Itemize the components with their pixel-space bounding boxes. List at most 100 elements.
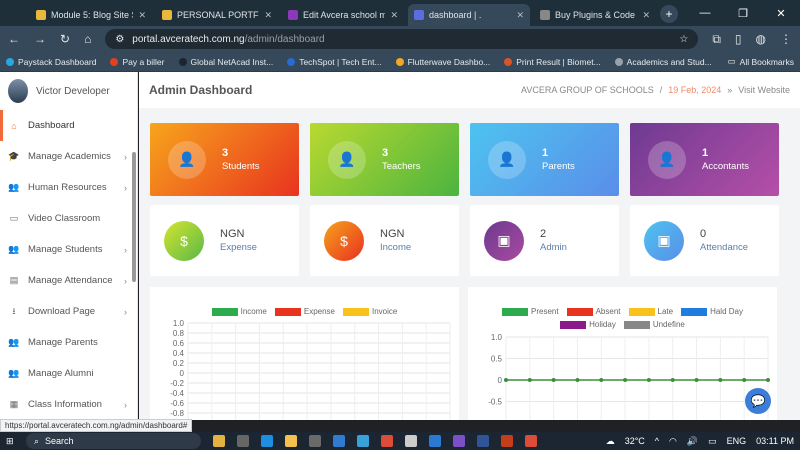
new-tab-button[interactable]: + (660, 5, 678, 23)
sidepanel-icon[interactable]: ▯ (735, 32, 742, 46)
y-tick-label: 0 (498, 376, 503, 385)
bookmark-item[interactable]: Print Result | Biomet... (504, 57, 601, 67)
browser-tab[interactable]: Buy Plugins & Code from ✕ (534, 4, 656, 26)
file-explorer-icon[interactable] (285, 435, 297, 447)
tab-favicon-icon (162, 10, 172, 20)
bookmark-item[interactable]: Flutterwave Dashbo... (395, 57, 490, 67)
close-icon[interactable]: ✕ (138, 10, 146, 21)
user-profile[interactable]: Victor Developer (0, 72, 137, 110)
browser-tab[interactable]: PERSONAL PORTFOLIO ✕ (156, 4, 278, 26)
stat-count: 3 (222, 147, 229, 159)
windows-start-icon[interactable]: ⊞ (6, 436, 14, 447)
stat-card-accountants[interactable]: 👤 1 Accontants (630, 123, 779, 196)
browser-tab[interactable]: Edit Avcera school mana ✕ (282, 4, 404, 26)
sidebar-item-label: Class Information (28, 399, 102, 410)
close-icon[interactable]: ✕ (642, 10, 650, 21)
reload-icon[interactable]: ↻ (60, 32, 70, 46)
url-path: /admin/dashboard (244, 33, 325, 45)
chat-icon[interactable]: 💬 (745, 388, 771, 414)
user-icon: 👤 (328, 140, 366, 179)
bookmark-item[interactable]: Global NetAcad Inst... (178, 56, 274, 67)
bookmark-label: Pay a biller (122, 56, 165, 67)
notepad-icon[interactable] (405, 435, 417, 447)
sidebar-item-dashboard[interactable]: ⌂ Dashboard (0, 110, 137, 141)
browser-tab[interactable]: dashboard | . ✕ (408, 4, 530, 26)
vscode-icon[interactable] (429, 435, 441, 447)
all-bookmarks-button[interactable]: ▭ All Bookmarks (728, 56, 794, 67)
sidebar-item-manage-parents[interactable]: 👥 Manage Parents (0, 327, 137, 358)
sidebar-item-download-page[interactable]: ⭳ Download Page › (0, 296, 137, 327)
minimize-icon[interactable]: — (686, 0, 724, 26)
dropbox-icon[interactable] (333, 435, 345, 447)
task-view-icon[interactable] (237, 435, 249, 447)
taskbar-apps (213, 435, 537, 447)
chrome-icon[interactable] (525, 435, 537, 447)
clock-time[interactable]: 03:11 PM (756, 436, 794, 446)
close-icon[interactable]: ✕ (264, 10, 272, 21)
info-card-attendance[interactable]: ▣ 0 Attendance (630, 205, 779, 276)
store-icon[interactable] (309, 435, 321, 447)
info-card-admin[interactable]: ▣ 2 Admin (470, 205, 619, 276)
tab-title: PERSONAL PORTFOLIO (177, 10, 259, 20)
volume-icon[interactable]: 🔊 (687, 436, 698, 447)
sidebar-item-manage-academics[interactable]: 🎓 Manage Academics › (0, 141, 137, 172)
bookmark-item[interactable]: Pay a biller (110, 56, 165, 67)
stat-card-parents[interactable]: 👤 1 Parents (470, 123, 619, 196)
word-icon[interactable] (477, 435, 489, 447)
site-info-icon[interactable]: ⚙ (115, 34, 124, 45)
mail-icon[interactable] (357, 435, 369, 447)
restore-icon[interactable]: ❐ (724, 0, 762, 26)
weather-icon[interactable]: ☁ (606, 436, 615, 447)
back-icon[interactable]: ← (8, 32, 20, 46)
info-value: NGN (380, 228, 405, 240)
sidebar-scrollbar[interactable] (132, 152, 136, 282)
language-indicator[interactable]: ENG (727, 436, 747, 446)
stat-label: Students (222, 161, 260, 172)
info-card-expense[interactable]: $ NGN Expense (150, 205, 299, 276)
tray-chevron-icon[interactable]: ^ (655, 436, 659, 446)
home-icon[interactable]: ⌂ (84, 32, 91, 46)
sidebar-item-human-resources[interactable]: 👥 Human Resources › (0, 172, 137, 203)
breadcrumb-separator: / (659, 85, 663, 95)
stat-card-teachers[interactable]: 👤 3 Teachers (310, 123, 459, 196)
close-icon[interactable]: ✕ (390, 10, 398, 21)
sidebar-item-manage-alumni[interactable]: 👥 Manage Alumni (0, 358, 137, 389)
bookmark-star-icon[interactable]: ☆ (679, 34, 688, 45)
menu-kebab-icon[interactable]: ⋮ (780, 32, 792, 46)
info-card-income[interactable]: $ NGN Income (310, 205, 459, 276)
browser-tab[interactable]: Module 5: Blog Site Set ✕ (30, 4, 152, 26)
data-point (623, 378, 628, 382)
close-icon[interactable]: ✕ (516, 10, 524, 21)
extensions-icon[interactable]: ⧉ (712, 32, 721, 47)
bookmark-label: Global NetAcad Inst... (190, 56, 274, 67)
users-icon: 👥 (8, 182, 20, 192)
wifi-icon[interactable]: ◠ (669, 436, 677, 447)
chrome-icon[interactable] (381, 435, 393, 447)
sidebar-item-video-classroom[interactable]: ▭ Video Classroom (0, 203, 137, 234)
taskbar-search[interactable]: ⌕ Search (26, 433, 201, 449)
close-icon[interactable]: ✕ (762, 0, 800, 26)
app-icon[interactable] (453, 435, 465, 447)
sidebar-item-class-information[interactable]: ▦ Class Information › (0, 389, 137, 420)
url-input[interactable]: ⚙ portal.avceratech.com.ng/admin/dashboa… (105, 29, 699, 49)
data-point (646, 378, 651, 382)
profile-icon[interactable]: ◍ (756, 32, 766, 46)
edge-icon[interactable] (261, 435, 273, 447)
forward-icon[interactable]: → (34, 32, 46, 46)
sidebar-item-label: Manage Parents (28, 337, 98, 348)
taskbar: ⊞ ⌕ Search ☁ 32°C ^ ◠ 🔊 ▭ ENG 03:11 PM (0, 432, 800, 450)
visit-website-link[interactable]: Visit Website (738, 85, 790, 95)
bookmark-label: TechSpot | Tech Ent... (299, 56, 382, 67)
battery-icon[interactable]: ▭ (708, 436, 717, 447)
stat-card-students[interactable]: 👤 3 Students (150, 123, 299, 196)
bookmark-item[interactable]: Paystack Dashboard (6, 57, 96, 67)
sidebar-item-manage-attendance[interactable]: ▤ Manage Attendance › (0, 265, 137, 296)
bookmark-item[interactable]: Academics and Stud... (614, 57, 712, 67)
data-point (504, 378, 508, 382)
bookmark-item[interactable]: TechSpot | Tech Ent... (287, 56, 382, 67)
sidebar-item-manage-students[interactable]: 👥 Manage Students › (0, 234, 137, 265)
powerpoint-icon[interactable] (501, 435, 513, 447)
info-value: 2 (540, 228, 547, 240)
bookmark-favicon-icon (504, 57, 513, 66)
copilot-icon[interactable] (213, 435, 225, 447)
